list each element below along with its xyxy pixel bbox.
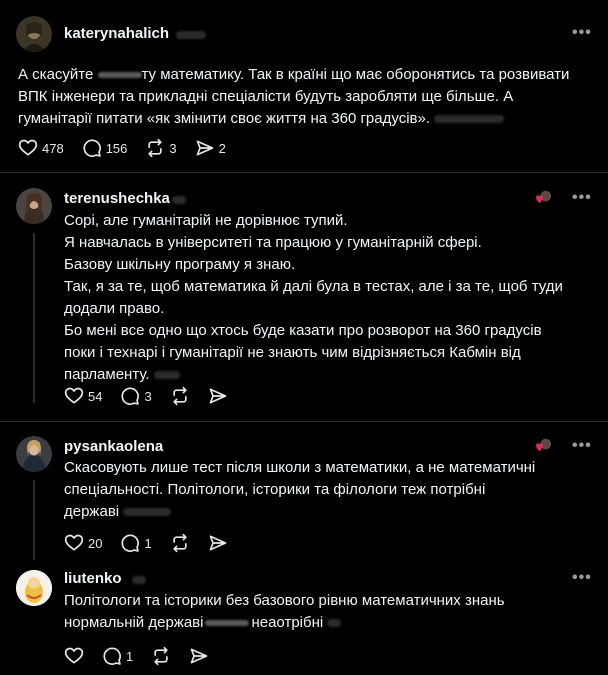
- blurred-emoji: [205, 620, 250, 627]
- like-button[interactable]: [64, 646, 84, 666]
- blurred-text: [153, 371, 180, 380]
- repost-icon: [148, 138, 163, 158]
- share-icon: [190, 648, 208, 664]
- repost-button[interactable]: 3: [145, 138, 177, 158]
- post-text: А скасуйте ту математику. Так в країні щ…: [18, 66, 570, 127]
- like-count: 20: [88, 535, 103, 551]
- reply-button[interactable]: 1: [120, 533, 152, 553]
- heart-icon: [64, 387, 84, 404]
- like-count: 54: [88, 388, 103, 404]
- share-button[interactable]: [208, 533, 228, 553]
- thread-line: [33, 480, 35, 560]
- blurred-text: [123, 508, 172, 517]
- repost-button[interactable]: [170, 533, 190, 553]
- share-icon: [196, 140, 213, 156]
- more-icon[interactable]: •••: [572, 24, 592, 42]
- share-icon: [209, 535, 227, 551]
- username[interactable]: terenushechka: [64, 190, 170, 207]
- avatar[interactable]: [16, 570, 52, 606]
- share-button[interactable]: [189, 646, 209, 666]
- blurred-text: [327, 619, 342, 628]
- repost-icon: [154, 646, 168, 666]
- heart-icon: [64, 534, 84, 551]
- like-button[interactable]: 20: [64, 533, 102, 553]
- avatar[interactable]: [16, 16, 52, 52]
- action-bar: 20 1: [64, 532, 246, 554]
- heart-icon: [64, 647, 84, 664]
- reply-count: 156: [105, 140, 128, 156]
- more-icon[interactable]: •••: [572, 569, 592, 587]
- blurred-text: [434, 115, 505, 124]
- blurred-meta: [172, 196, 186, 204]
- share-count: 2: [218, 140, 226, 156]
- repost-count: 3: [169, 140, 177, 156]
- liked-by-author-icon: [536, 190, 552, 204]
- heart-icon: [18, 139, 38, 156]
- post-katerynahalich: katerynahalich ••• А скасуйте ту математ…: [0, 0, 608, 172]
- repost-button[interactable]: [151, 646, 171, 666]
- like-button[interactable]: 54: [64, 386, 102, 406]
- post-text: Політологи та історики без базового рівн…: [64, 592, 505, 631]
- action-bar: 478 156 3 2: [18, 137, 244, 159]
- username[interactable]: katerynahalich: [64, 25, 169, 42]
- post-terenushechka: terenushechka ••• Сорі, але гуманітарій …: [0, 173, 608, 421]
- like-button[interactable]: 478: [18, 138, 64, 158]
- blurred-emoji: [97, 72, 142, 79]
- reply-button[interactable]: 3: [120, 386, 152, 406]
- share-icon: [209, 388, 227, 404]
- repost-icon: [173, 386, 187, 406]
- post-text: Сорі, але гуманітарій не дорівнює тупий.…: [64, 212, 563, 383]
- action-bar: 1: [64, 645, 227, 667]
- reply-button[interactable]: 1: [102, 646, 133, 666]
- share-button[interactable]: [208, 386, 228, 406]
- reply-count: 3: [144, 388, 152, 404]
- comment-icon: [121, 534, 140, 552]
- username[interactable]: pysankaolena: [64, 438, 163, 455]
- more-icon[interactable]: •••: [572, 189, 592, 207]
- comment-icon: [83, 139, 101, 157]
- action-bar: 54 3: [64, 385, 246, 407]
- blurred-meta: [132, 576, 146, 584]
- avatar[interactable]: [16, 436, 52, 472]
- repost-icon: [173, 533, 187, 553]
- more-icon[interactable]: •••: [572, 437, 592, 455]
- comment-icon: [103, 647, 121, 665]
- reply-button[interactable]: 156: [82, 138, 128, 158]
- avatar[interactable]: [16, 188, 52, 224]
- comment-icon: [121, 387, 140, 405]
- like-count: 478: [42, 140, 64, 156]
- blurred-meta: [176, 31, 206, 39]
- username[interactable]: liutenko: [64, 570, 122, 587]
- share-button[interactable]: 2: [195, 138, 226, 158]
- post-liutenko: liutenko ••• Політологи та історики без …: [0, 560, 608, 675]
- thread-line: [33, 233, 35, 403]
- post-pysankaolena: pysankaolena ••• Скасовують лише тест пі…: [0, 422, 608, 572]
- reply-count: 1: [126, 648, 134, 664]
- reply-count: 1: [144, 535, 152, 551]
- repost-button[interactable]: [170, 386, 190, 406]
- liked-by-author-icon: [536, 438, 552, 452]
- post-text: Скасовують лише тест після школи з матем…: [64, 459, 536, 520]
